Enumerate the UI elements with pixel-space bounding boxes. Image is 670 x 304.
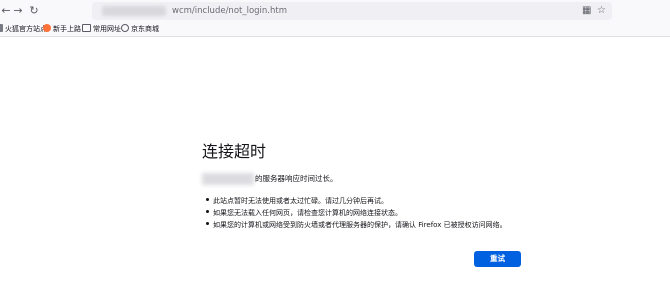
bookmark-firefox-official[interactable]: 火狐官方站点 <box>0 23 47 35</box>
firefox-icon <box>43 24 51 32</box>
url-path: wcm/include/not_login.htm <box>172 6 288 16</box>
suggestion-list: 此站点暂时无法使用或者太过忙碌。请过几分钟后再试。 如果您无法载入任何网页，请检… <box>206 195 507 231</box>
navigation-toolbar: ← → ↻ wcm/include/not_login.htm ▦ ☆ <box>0 0 670 22</box>
folder-icon <box>82 24 91 32</box>
bullet-icon <box>206 222 209 225</box>
list-item: 如果您的计算机或网络受到防火墙或者代理服务器的保护，请确认 Firefox 已被… <box>206 219 507 231</box>
list-item: 此站点暂时无法使用或者太过忙碌。请过几分钟后再试。 <box>206 195 507 207</box>
page-icon <box>0 24 3 32</box>
url-bar[interactable]: wcm/include/not_login.htm ▦ ☆ <box>92 2 612 20</box>
bullet-icon <box>206 210 209 213</box>
globe-icon <box>121 24 129 32</box>
bookmark-getting-started[interactable]: 新手上路 <box>43 23 81 35</box>
list-item: 如果您无法载入任何网页，请检查您计算机的网络连接状态。 <box>206 207 507 219</box>
reload-icon[interactable]: ↻ <box>26 3 42 19</box>
bookmark-jd-mall[interactable]: 京东商城 <box>121 23 159 35</box>
error-page: 连接超时 的服务器响应时间过长。 此站点暂时无法使用或者太过忙碌。请过几分钟后再… <box>0 37 670 304</box>
qr-code-icon[interactable]: ▦ <box>582 5 591 17</box>
url-host-redacted <box>102 6 166 16</box>
page-title: 连接超时 <box>202 142 267 161</box>
star-icon[interactable]: ☆ <box>597 5 606 17</box>
forward-arrow-icon[interactable]: → <box>10 3 26 19</box>
bookmark-common-sites[interactable]: 常用网址 <box>82 23 121 35</box>
retry-button[interactable]: 重试 <box>474 251 521 267</box>
server-name-redacted <box>202 173 254 185</box>
error-description: 的服务器响应时间过长。 <box>255 174 338 183</box>
bullet-icon <box>206 198 209 201</box>
bookmarks-toolbar: 火狐官方站点 新手上路 常用网址 京东商城 <box>0 22 670 37</box>
